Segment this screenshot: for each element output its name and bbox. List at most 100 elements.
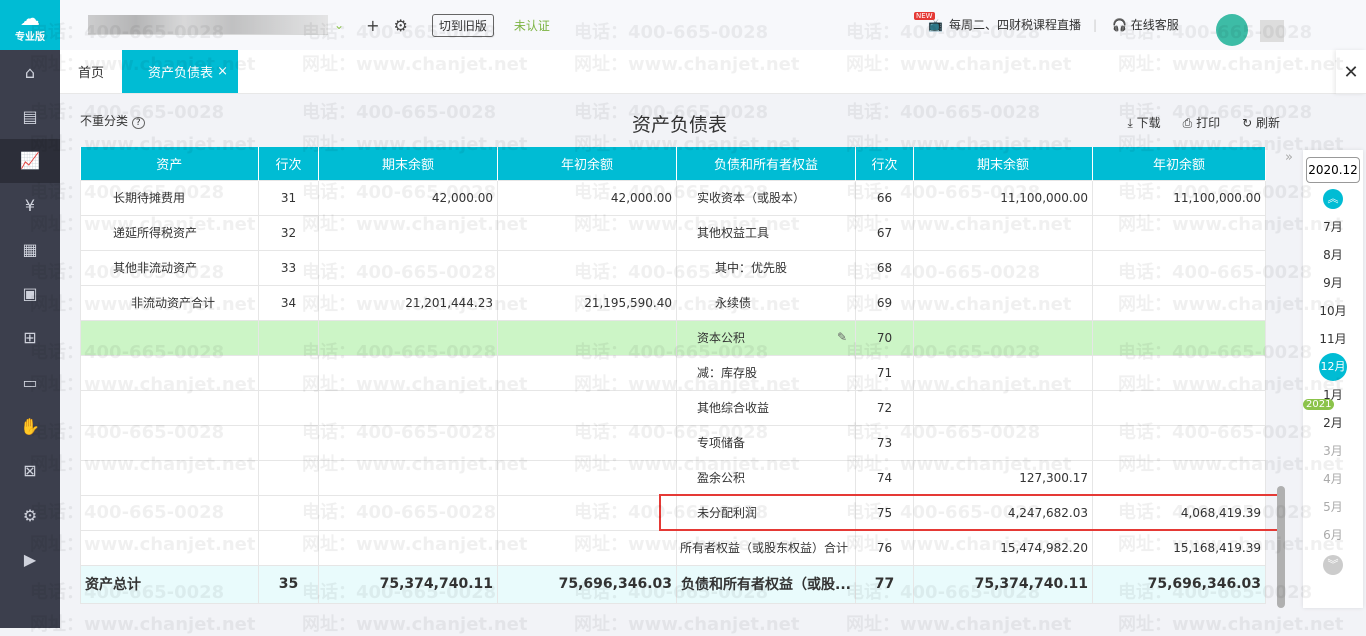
total-row[interactable]: 资产总计 35 75,374,740.11 75,696,346.03 负债和所有者权益… <box>80 564 1266 604</box>
close-all-tabs-icon[interactable]: ✕ <box>1336 50 1366 94</box>
report-icon: ▦ <box>22 239 38 259</box>
sidebar-item-chart[interactable]: 📈 <box>0 138 60 183</box>
sidebar-item-screen[interactable]: ▭ <box>0 360 60 404</box>
switch-old-version-button[interactable]: 切到旧版 <box>431 13 494 37</box>
table-cell <box>80 529 259 566</box>
sidebar-item-invoice[interactable]: ▤ <box>0 94 60 138</box>
table-row[interactable]: 所有者权益（或股东权益）合计 76 15,474,982.20 15,168,419.… <box>80 529 1266 566</box>
avatar[interactable] <box>1216 14 1248 46</box>
sidebar-item-voucher[interactable]: ▣ <box>0 271 60 315</box>
table-cell: 负债和所有者权益（或股... <box>676 564 856 604</box>
sidebar-item-tax[interactable]: ⊠ <box>0 449 60 493</box>
table-cell: 33 <box>258 249 319 286</box>
sidebar-item-money[interactable]: ¥ <box>0 183 60 227</box>
period-input[interactable] <box>1306 157 1360 183</box>
table-cell: 11,100,000.00 <box>1092 179 1266 216</box>
edit-icon[interactable]: ✎ <box>837 330 847 344</box>
table-cell <box>497 529 677 566</box>
page-title: 资产负债表 <box>632 114 728 136</box>
headset-icon: 🎧 <box>1112 18 1127 32</box>
help-icon[interactable]: ? <box>131 117 145 129</box>
month-item[interactable]: 12月 <box>1319 353 1347 381</box>
table-row[interactable]: 盈余公积 74 127,300.17 <box>80 459 1266 496</box>
table-row[interactable]: 专项储备 73 <box>80 424 1266 461</box>
hand-icon: ✋ <box>20 417 40 437</box>
tax-icon: ⊠ <box>23 461 37 481</box>
company-selector[interactable] <box>88 15 328 35</box>
table-cell: 75,696,346.03 <box>497 564 677 604</box>
table-scrollbar[interactable] <box>1277 486 1285 608</box>
invoice-icon: ▤ <box>22 106 38 126</box>
print-button[interactable]: ⎙ 打印 <box>1183 114 1220 131</box>
topbar: ⌄ + ⚙ 切到旧版 未认证 📺 NEW 每周二、四财税课程直播 | 🎧 在线客服 <box>60 0 1366 50</box>
table-cell: 75 <box>855 494 914 531</box>
column-header: 行次 <box>258 147 319 180</box>
sidebar-item-report[interactable]: ▦ <box>0 227 60 271</box>
download-button[interactable]: ⤓ 下载 <box>1127 114 1160 131</box>
table-cell: 35 <box>258 564 319 604</box>
table-cell: 实收资本（或股本） <box>676 179 856 216</box>
table-row[interactable]: 资本公积 ✎ 70 <box>80 319 1266 356</box>
print-icon: ⎙ <box>1182 116 1193 130</box>
unverified-status[interactable]: 未认证 <box>514 17 550 34</box>
table-row[interactable]: 减：库存股 71 <box>80 354 1266 391</box>
month-item[interactable]: 7月 <box>1323 213 1343 241</box>
stamp-icon: ⊞ <box>23 328 37 348</box>
scroll-up-icon[interactable]: ︽ <box>1323 189 1343 209</box>
table-cell: 15,474,982.20 <box>913 529 1093 566</box>
live-label: 每周二、四财税课程直播 <box>948 18 1081 32</box>
tab-balance-sheet[interactable]: 资产负债表 × <box>122 50 239 93</box>
user-name[interactable] <box>1260 20 1284 42</box>
sidebar-item-stamp[interactable]: ⊞ <box>0 316 60 360</box>
column-header: 年初余额 <box>497 147 677 180</box>
scroll-down-icon[interactable]: ︾ <box>1323 555 1343 575</box>
table-cell <box>1092 459 1266 496</box>
live-course-link[interactable]: 📺 NEW 每周二、四财税课程直播 | <box>914 11 1097 33</box>
month-item[interactable]: 6月 <box>1323 521 1343 549</box>
month-item[interactable]: 3月 <box>1323 437 1343 465</box>
table-cell <box>258 459 319 496</box>
table-cell <box>497 389 677 426</box>
tab-home[interactable]: 首页 <box>60 50 122 93</box>
table-cell <box>1092 214 1266 251</box>
plus-icon[interactable]: + <box>366 16 379 35</box>
month-item[interactable]: 8月 <box>1323 241 1343 269</box>
print-label: 打印 <box>1196 116 1221 130</box>
month-item[interactable]: 2月 <box>1323 409 1343 437</box>
table-cell: 4,247,682.03 <box>913 494 1093 531</box>
expand-icon[interactable]: » <box>1285 150 1293 165</box>
table-row[interactable]: 长期待摊费用 31 42,000.00 42,000.00 实收资本（或股本） 66 11,… <box>80 179 1266 216</box>
table-cell <box>1092 249 1266 286</box>
table-cell: 非流动资产合计 <box>80 284 259 321</box>
sidebar-item-settings[interactable]: ⚙ <box>0 493 60 537</box>
cloud-logo-icon: ☁ <box>20 5 40 30</box>
refresh-button[interactable]: ↻ 刷新 <box>1242 114 1280 131</box>
month-item[interactable]: 4月 <box>1323 465 1343 493</box>
table-row[interactable]: 非流动资产合计 34 21,201,444.23 21,195,590.40 永续债 69 <box>80 284 1266 321</box>
table-cell: 资产总计 <box>80 564 259 604</box>
table-row[interactable]: 未分配利润 75 4,247,682.03 4,068,419.39 <box>80 494 1266 531</box>
table-row[interactable]: 其他非流动资产 33 其中：优先股 68 <box>80 249 1266 286</box>
watermark: 网址：www.chanjet.net <box>1118 614 1344 635</box>
voucher-icon: ▣ <box>22 284 38 304</box>
month-item[interactable]: 5月 <box>1323 493 1343 521</box>
month-item[interactable]: 11月 <box>1319 325 1346 353</box>
table-cell <box>258 354 319 391</box>
month-item[interactable]: 9月 <box>1323 269 1343 297</box>
logo[interactable]: ☁ 专业版 <box>0 0 60 50</box>
table-cell <box>1092 284 1266 321</box>
report-toolbar: 不重分类 ? 资产负债表 ⤓ 下载 ⎙ 打印 ↻ 刷新 <box>80 112 1280 136</box>
sidebar-item-video[interactable]: ▶ <box>0 537 60 581</box>
tab-close-icon[interactable]: × <box>217 64 228 79</box>
table-cell: 34 <box>258 284 319 321</box>
sidebar-item-hand[interactable]: ✋ <box>0 404 60 448</box>
sidebar-item-home[interactable]: ⌂ <box>0 50 60 94</box>
chevron-down-icon[interactable]: ⌄ <box>334 18 344 32</box>
month-item[interactable]: 10月 <box>1319 297 1346 325</box>
table-cell <box>1092 424 1266 461</box>
online-service-link[interactable]: 🎧 在线客服 <box>1112 16 1179 33</box>
table-row[interactable]: 递延所得税资产 32 其他权益工具 67 <box>80 214 1266 251</box>
table-row[interactable]: 其他综合收益 72 <box>80 389 1266 426</box>
table-cell <box>913 319 1093 356</box>
gear-icon[interactable]: ⚙ <box>393 16 407 35</box>
